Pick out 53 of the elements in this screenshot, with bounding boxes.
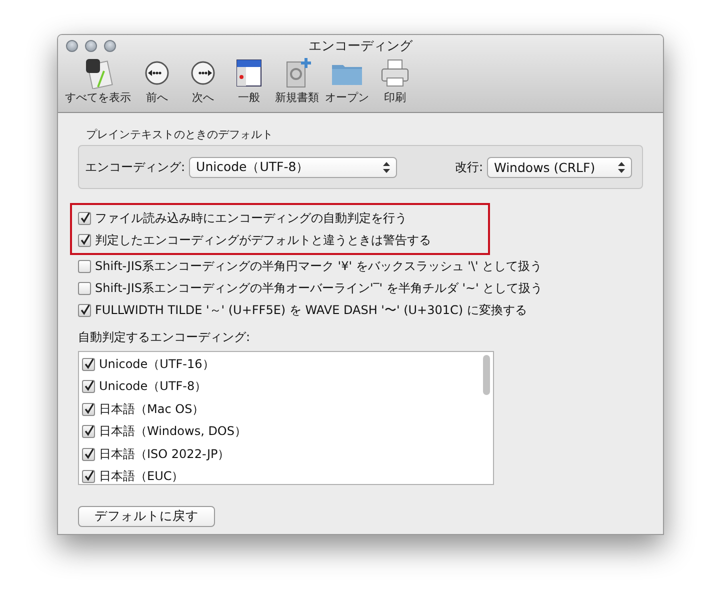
toolbar-button[interactable]: 一般	[226, 57, 272, 105]
toolbar-button[interactable]: 新規書類	[272, 57, 322, 105]
checkbox[interactable]	[78, 304, 91, 316]
checkmark-icon	[83, 425, 94, 438]
checkbox-label: Shift-JIS系エンコーディングの半角円マーク '¥' をバックスラッシュ '\' として扱う	[95, 258, 542, 274]
checkbox[interactable]	[78, 260, 91, 272]
list-item-label: 日本語（ISO 2022-JP）	[99, 446, 230, 463]
checkbox[interactable]	[82, 380, 95, 394]
checkbox[interactable]	[78, 282, 91, 294]
list-item-label: 日本語（EUC）	[99, 468, 184, 484]
checkmark-icon	[79, 234, 90, 246]
updown-arrows-icon	[383, 162, 390, 172]
list-item-label: 日本語（Mac OS）	[99, 400, 204, 418]
checkmark-icon	[83, 402, 94, 416]
encoding-dropdown[interactable]: Unicode（UTF-8）	[189, 156, 398, 178]
newline-dropdown[interactable]: Windows (CRLF)	[487, 156, 632, 178]
checkmark-icon	[83, 470, 94, 484]
checkbox-label: Shift-JIS系エンコーディングの半角オーバーライン'‾' を半角チルダ '~' として扱う	[95, 280, 543, 296]
reset-button[interactable]: デフォルトに戻す	[78, 506, 215, 527]
toolbar-button[interactable]: 次へ	[180, 57, 226, 105]
checkmark-icon	[79, 304, 90, 316]
minimize-button[interactable]	[85, 40, 97, 52]
checkbox-label: 判定したエンコーディングがデフォルトと違うときは警告する	[95, 232, 431, 248]
updown-arrows-icon	[618, 162, 625, 172]
checkbox[interactable]	[82, 358, 95, 371]
list-item-label: Unicode（UTF-8）	[99, 378, 207, 396]
list-label: 自動判定するエンコーディング:	[78, 329, 250, 346]
checkmark-icon	[83, 380, 94, 394]
toolbar-button[interactable]: オープン	[322, 57, 372, 105]
scrollbar-thumb[interactable]	[482, 355, 490, 395]
group-title: プレインテキストのときのデフォルト	[86, 127, 273, 142]
checkbox[interactable]	[82, 425, 95, 438]
window-title: エンコーディング	[308, 38, 412, 55]
toolbar-button[interactable]: 前へ	[134, 57, 180, 105]
encoding-label: エンコーディング:	[85, 158, 186, 176]
checkbox[interactable]	[78, 234, 91, 246]
checkmark-icon	[83, 358, 94, 371]
list-item-label: 日本語（Windows, DOS）	[99, 423, 246, 440]
toolbar-button[interactable]: 印刷	[372, 57, 418, 105]
checkbox[interactable]	[78, 212, 91, 224]
printer-icon	[379, 57, 411, 89]
checkbox[interactable]	[82, 470, 95, 484]
checkmark-icon	[83, 448, 94, 461]
list-item-label: Unicode（UTF-16）	[99, 356, 214, 373]
newline-label: 改行:	[454, 158, 483, 176]
close-button[interactable]	[66, 40, 78, 52]
checkmark-icon	[79, 212, 90, 224]
checkbox-label: FULLWIDTH TILDE '～' (U+FF5E) を WAVE DASH '〜' (U+301C) に変換する	[95, 302, 527, 318]
zoom-button[interactable]	[104, 40, 116, 52]
toolbar-button[interactable]: すべてを表示	[62, 57, 134, 105]
checkbox-label: ファイル読み込み時にエンコーディングの自動判定を行う	[95, 210, 407, 226]
checkbox[interactable]	[82, 448, 95, 461]
checkbox[interactable]	[82, 402, 95, 416]
